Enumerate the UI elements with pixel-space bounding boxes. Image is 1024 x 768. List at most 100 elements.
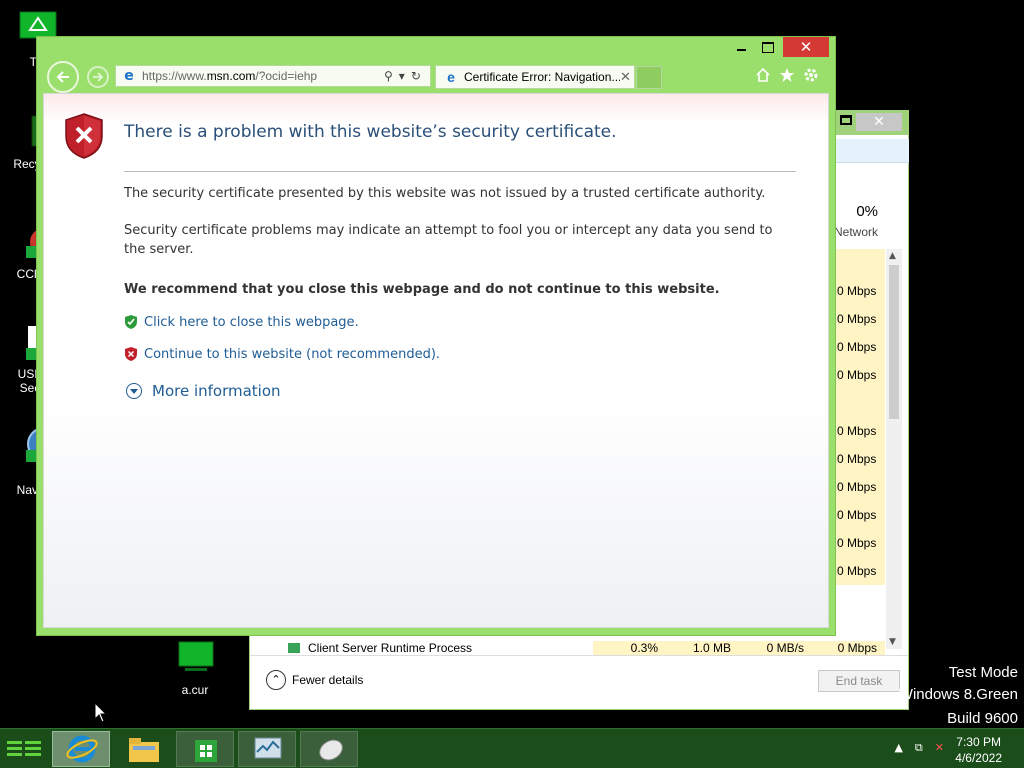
taskbar-ie[interactable] (52, 731, 110, 767)
store-icon (195, 740, 217, 762)
search-icon[interactable]: ⚲ (384, 69, 393, 83)
network-cell: 0 Mbps (833, 333, 885, 361)
desktop-icon-a-cur[interactable]: a.cur (165, 638, 225, 697)
volume-muted-icon[interactable]: ✕ (935, 741, 944, 755)
process-row[interactable]: Client Server Runtime Process 0.3% 1.0 M… (258, 641, 898, 655)
network-cell: 0 Mbps (833, 277, 885, 305)
network-cell: 0 Mbps (833, 361, 885, 389)
cert-explanation: The security certificate presented by th… (124, 186, 766, 201)
process-name: Client Server Runtime Process (308, 641, 473, 655)
process-cpu: 0.3% (593, 641, 666, 655)
back-button[interactable] (47, 61, 79, 93)
window-caption-buttons: ✕ (729, 37, 835, 61)
mouse-icon (319, 739, 343, 761)
chevron-up-icon[interactable]: ⌃ (266, 670, 286, 690)
shield-ok-icon (125, 315, 137, 329)
favorites-star-icon[interactable] (779, 67, 795, 83)
maximize-button[interactable] (755, 37, 781, 57)
more-information-toggle[interactable]: More information (126, 382, 281, 400)
fewer-details-link[interactable]: Fewer details (292, 673, 363, 687)
tm-tab-strip (833, 139, 909, 163)
url-prefix: https://www. (142, 69, 207, 83)
network-column-header[interactable]: Network (834, 225, 878, 239)
tab-certificate-error[interactable]: e Certificate Error: Navigation... ✕ (435, 65, 635, 89)
network-cell: 0 Mbps (833, 473, 885, 501)
divider (124, 171, 796, 172)
internet-explorer-icon (66, 735, 98, 763)
minimize-button[interactable] (729, 37, 755, 57)
scroll-up-icon[interactable]: ▲ (889, 251, 896, 261)
url-suffix: /?ocid=iehp (255, 69, 318, 83)
process-disk: 0 MB/s (739, 641, 812, 655)
start-button[interactable] (6, 735, 42, 763)
network-cell: 0 Mbps (833, 445, 885, 473)
url-host: msn.com (206, 69, 256, 83)
network-cell: 0 Mbps (833, 305, 885, 333)
dropdown-icon[interactable]: ▾ (399, 69, 405, 83)
network-column: 0 Mbps 0 Mbps 0 Mbps 0 Mbps 0 Mbps 0 Mbps 0 Mb… (833, 249, 885, 585)
network-cell (833, 389, 885, 417)
clock-date: 4/6/2022 (955, 751, 1002, 765)
tray-overflow-icon[interactable]: ▲ (894, 741, 902, 755)
process-network: 0 Mbps (812, 641, 885, 655)
ie-logo-icon: e (447, 69, 455, 85)
shield-error-icon (65, 113, 103, 159)
taskbar-mouse-app[interactable] (300, 731, 358, 767)
network-cell: 0 Mbps (833, 501, 885, 529)
more-information-label: More information (152, 382, 281, 400)
network-icon[interactable]: ⧉ (915, 741, 923, 755)
forward-button[interactable] (87, 66, 109, 88)
cursor-file-icon (178, 641, 214, 671)
network-cell (833, 249, 885, 277)
page-title: There is a problem with this website’s s… (124, 122, 617, 142)
page-content: There is a problem with this website’s s… (43, 93, 829, 628)
maximize-icon[interactable] (840, 115, 852, 125)
address-tools: ⚲ ▾ ↻ (384, 69, 421, 83)
taskbar-store[interactable] (176, 731, 234, 767)
watermark-test-mode: Test Mode (948, 664, 1018, 681)
address-bar[interactable]: e https://www.msn.com/?ocid=iehp ⚲ ▾ ↻ (115, 65, 431, 87)
close-tab-icon[interactable]: ✕ (620, 69, 631, 85)
home-icon[interactable] (755, 67, 771, 83)
continue-website-link[interactable]: Continue to this website (not recommende… (124, 346, 440, 362)
scrollbar[interactable]: ▲ ▼ (886, 249, 902, 649)
taskbar-file-explorer[interactable] (114, 731, 172, 767)
clock-time: 7:30 PM (956, 735, 1001, 749)
gear-icon[interactable] (803, 67, 819, 83)
watermark-os: Windows 8.Green (898, 686, 1018, 703)
close-button[interactable]: ✕ (856, 113, 902, 131)
folder-icon (129, 738, 159, 762)
continue-website-label[interactable]: Continue to this website (not recommende… (144, 347, 440, 362)
network-cell: 0 Mbps (833, 417, 885, 445)
mouse-cursor-icon (94, 702, 108, 723)
process-memory: 1.0 MB (666, 641, 739, 655)
clock[interactable]: 7:30 PM 4/6/2022 (955, 734, 1002, 766)
desktop-icon-label: a.cur (181, 683, 209, 697)
process-icon (288, 643, 300, 653)
task-manager-footer: ⌃ Fewer details End task (250, 655, 908, 709)
cert-recommendation: We recommend that you close this webpage… (124, 282, 720, 297)
end-task-button[interactable]: End task (818, 670, 900, 692)
refresh-icon[interactable]: ↻ (411, 69, 421, 83)
close-webpage-label[interactable]: Click here to close this webpage. (144, 315, 359, 330)
system-tray: ▲ ⧉ ✕ (894, 741, 944, 755)
ie-toolbar-icons (755, 67, 819, 83)
arrow-right-icon (93, 72, 104, 82)
chevron-down-icon (126, 383, 142, 399)
watermark-build: Build 9600 (947, 710, 1018, 727)
address-url[interactable]: https://www.msn.com/?ocid=iehp (142, 69, 382, 83)
network-cell: 0 Mbps (833, 557, 885, 585)
network-cell: 0 Mbps (833, 529, 885, 557)
cert-warning: Security certificate problems may indica… (124, 223, 773, 257)
network-percent: 0% (856, 203, 878, 220)
tab-title: Certificate Error: Navigation... (464, 70, 620, 84)
task-manager-icon (254, 737, 282, 759)
close-webpage-link[interactable]: Click here to close this webpage. (124, 314, 359, 330)
taskbar: ▲ ⧉ ✕ 7:30 PM 4/6/2022 (0, 728, 1024, 768)
close-button[interactable]: ✕ (783, 37, 829, 57)
new-tab-button[interactable] (636, 66, 662, 89)
taskbar-task-manager[interactable] (238, 731, 296, 767)
scrollbar-thumb[interactable] (889, 265, 899, 419)
shield-warning-icon (125, 347, 137, 361)
internet-explorer-window[interactable]: ✕ e https://www.msn.com/?ocid=iehp ⚲ ▾ ↻… (36, 36, 836, 636)
